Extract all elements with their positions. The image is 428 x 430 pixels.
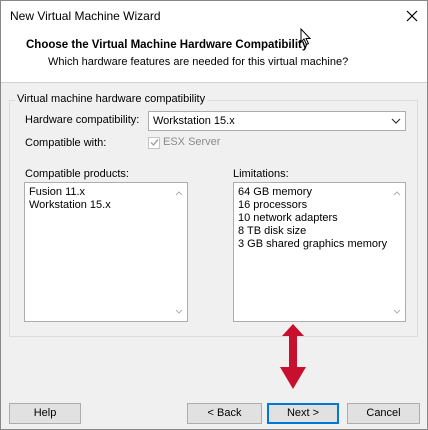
list-item: 8 TB disk size: [238, 225, 307, 237]
hardware-compatibility-label: Hardware compatibility:: [25, 114, 140, 126]
close-icon[interactable]: [403, 7, 421, 25]
compatible-products-list[interactable]: Fusion 11.x Workstation 15.x: [24, 182, 188, 322]
mouse-cursor-icon: [300, 28, 312, 46]
list-item: Workstation 15.x: [29, 199, 111, 211]
title-bar: New Virtual Machine Wizard: [1, 1, 427, 31]
esx-server-label: ESX Server: [163, 136, 221, 148]
list-item: 16 processors: [238, 199, 308, 211]
wizard-header: Choose the Virtual Machine Hardware Comp…: [1, 31, 427, 83]
group-legend: Virtual machine hardware compatibility: [15, 93, 208, 105]
help-button[interactable]: Help: [9, 403, 81, 424]
list-item: Fusion 11.x: [29, 186, 86, 198]
compatible-with-label: Compatible with:: [25, 137, 107, 149]
page-title: Choose the Virtual Machine Hardware Comp…: [26, 39, 309, 51]
scroll-up-icon[interactable]: [393, 190, 401, 196]
next-button[interactable]: Next >: [267, 403, 339, 424]
cancel-button[interactable]: Cancel: [347, 403, 420, 424]
compatible-products-label: Compatible products:: [25, 168, 129, 180]
back-button[interactable]: < Back: [187, 403, 262, 424]
list-item: 10 network adapters: [238, 212, 338, 224]
limitations-label: Limitations:: [233, 168, 289, 180]
esx-server-checkbox[interactable]: [148, 137, 160, 149]
checkmark-icon: [150, 139, 159, 147]
list-item: 64 GB memory: [238, 186, 312, 198]
wizard-window: New Virtual Machine Wizard Choose the Vi…: [0, 0, 428, 430]
red-double-arrow-icon: [280, 324, 306, 389]
hardware-compatibility-value: Workstation 15.x: [153, 115, 235, 127]
chevron-down-icon: [391, 118, 401, 124]
scroll-up-icon[interactable]: [175, 190, 183, 196]
page-subtitle: Which hardware features are needed for t…: [48, 56, 349, 68]
scroll-down-icon[interactable]: [175, 309, 183, 315]
scroll-down-icon[interactable]: [393, 309, 401, 315]
window-title: New Virtual Machine Wizard: [10, 9, 161, 23]
hardware-compatibility-select[interactable]: Workstation 15.x: [148, 111, 406, 131]
limitations-list[interactable]: 64 GB memory 16 processors 10 network adap…: [233, 182, 406, 322]
list-item: 3 GB shared graphics memory: [238, 238, 388, 250]
